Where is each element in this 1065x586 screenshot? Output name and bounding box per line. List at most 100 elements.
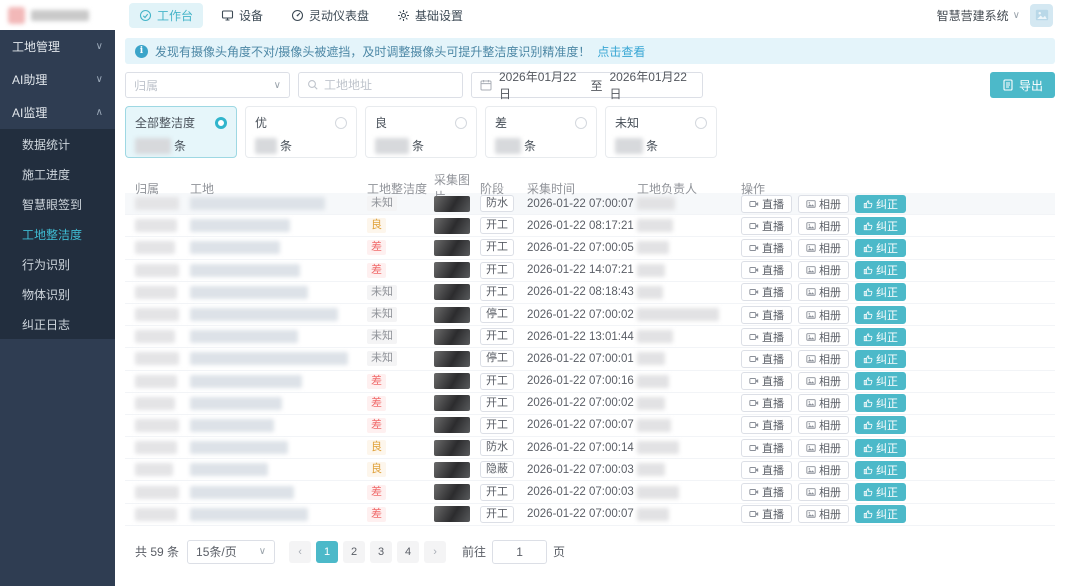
capture-thumbnail[interactable] [434, 329, 470, 345]
capture-thumbnail[interactable] [434, 284, 470, 300]
table-row[interactable]: 差 开工 2026-01-22 07:00:07 直播 相册 纠正 [125, 415, 1055, 437]
live-button[interactable]: 直播 [741, 416, 792, 434]
site-address-input[interactable] [324, 78, 444, 92]
topnav-item[interactable]: 工作台 [129, 3, 203, 28]
album-button[interactable]: 相册 [798, 439, 849, 457]
live-button[interactable]: 直播 [741, 439, 792, 457]
site-address-search[interactable] [298, 72, 463, 98]
sidebar-item[interactable]: 数据统计 [0, 129, 115, 159]
sidebar-section-header[interactable]: 工地管理 ∨ [0, 30, 115, 63]
sidebar-item[interactable]: 施工进度 [0, 159, 115, 189]
table-row[interactable]: 未知 开工 2026-01-22 08:18:43 直播 相册 纠正 [125, 282, 1055, 304]
prev-page-button[interactable]: ‹ [289, 541, 311, 563]
table-row[interactable]: 良 隐蔽 2026-01-22 07:00:03 直播 相册 纠正 [125, 459, 1055, 481]
live-button[interactable]: 直播 [741, 239, 792, 257]
table-row[interactable]: 未知 停工 2026-01-22 07:00:02 直播 相册 纠正 [125, 304, 1055, 326]
album-button[interactable]: 相册 [798, 195, 849, 213]
album-button[interactable]: 相册 [798, 261, 849, 279]
correct-button[interactable]: 纠正 [855, 328, 906, 346]
table-row[interactable]: 差 开工 2026-01-22 07:00:03 直播 相册 纠正 [125, 481, 1055, 503]
correct-button[interactable]: 纠正 [855, 350, 906, 368]
topnav-item[interactable]: 灵动仪表盘 [281, 3, 379, 28]
table-row[interactable]: 未知 开工 2026-01-22 13:01:44 直播 相册 纠正 [125, 326, 1055, 348]
album-button[interactable]: 相册 [798, 239, 849, 257]
live-button[interactable]: 直播 [741, 483, 792, 501]
capture-thumbnail[interactable] [434, 417, 470, 433]
album-button[interactable]: 相册 [798, 217, 849, 235]
capture-thumbnail[interactable] [434, 218, 470, 234]
sidebar-section-header[interactable]: AI监理 ∧ [0, 96, 115, 129]
capture-thumbnail[interactable] [434, 307, 470, 323]
page-button[interactable]: 2 [343, 541, 365, 563]
album-button[interactable]: 相册 [798, 483, 849, 501]
capture-thumbnail[interactable] [434, 484, 470, 500]
capture-thumbnail[interactable] [434, 240, 470, 256]
cleanliness-filter-card[interactable]: 优 条 [245, 106, 357, 158]
correct-button[interactable]: 纠正 [855, 372, 906, 390]
page-button[interactable]: 4 [397, 541, 419, 563]
capture-thumbnail[interactable] [434, 351, 470, 367]
table-row[interactable]: 差 开工 2026-01-22 07:00:07 直播 相册 纠正 [125, 504, 1055, 526]
radio-icon[interactable] [455, 117, 467, 129]
radio-icon[interactable] [335, 117, 347, 129]
album-button[interactable]: 相册 [798, 461, 849, 479]
capture-thumbnail[interactable] [434, 440, 470, 456]
radio-icon[interactable] [215, 117, 227, 129]
topnav-item[interactable]: 基础设置 [387, 3, 473, 28]
date-range-picker[interactable]: 2026年01月22日 至 2026年01月22日 [471, 72, 703, 98]
live-button[interactable]: 直播 [741, 350, 792, 368]
album-button[interactable]: 相册 [798, 328, 849, 346]
sidebar-item[interactable]: 行为识别 [0, 249, 115, 279]
capture-thumbnail[interactable] [434, 506, 470, 522]
sidebar-item[interactable]: 物体识别 [0, 279, 115, 309]
capture-thumbnail[interactable] [434, 395, 470, 411]
album-button[interactable]: 相册 [798, 283, 849, 301]
live-button[interactable]: 直播 [741, 283, 792, 301]
page-button[interactable]: 3 [370, 541, 392, 563]
table-row[interactable]: 差 开工 2026-01-22 07:00:16 直播 相册 纠正 [125, 371, 1055, 393]
table-row[interactable]: 良 防水 2026-01-22 07:00:14 直播 相册 纠正 [125, 437, 1055, 459]
correct-button[interactable]: 纠正 [855, 394, 906, 412]
live-button[interactable]: 直播 [741, 217, 792, 235]
cleanliness-filter-card[interactable]: 未知 条 [605, 106, 717, 158]
system-switcher[interactable]: 智慧营建系统 ∨ [937, 7, 1020, 24]
owner-select[interactable]: 归属 ∨ [125, 72, 290, 98]
live-button[interactable]: 直播 [741, 372, 792, 390]
radio-icon[interactable] [695, 117, 707, 129]
correct-button[interactable]: 纠正 [855, 239, 906, 257]
table-row[interactable]: 差 开工 2026-01-22 07:00:05 直播 相册 纠正 [125, 237, 1055, 259]
capture-thumbnail[interactable] [434, 196, 470, 212]
capture-thumbnail[interactable] [434, 262, 470, 278]
radio-icon[interactable] [575, 117, 587, 129]
capture-thumbnail[interactable] [434, 373, 470, 389]
album-button[interactable]: 相册 [798, 306, 849, 324]
cleanliness-filter-card[interactable]: 差 条 [485, 106, 597, 158]
sidebar-section-header[interactable]: AI助理 ∨ [0, 63, 115, 96]
topnav-item[interactable]: 设备 [211, 3, 273, 28]
live-button[interactable]: 直播 [741, 306, 792, 324]
next-page-button[interactable]: › [424, 541, 446, 563]
correct-button[interactable]: 纠正 [855, 483, 906, 501]
page-button[interactable]: 1 [316, 541, 338, 563]
live-button[interactable]: 直播 [741, 394, 792, 412]
correct-button[interactable]: 纠正 [855, 439, 906, 457]
page-size-select[interactable]: 15条/页 ∨ [187, 540, 275, 564]
correct-button[interactable]: 纠正 [855, 306, 906, 324]
table-row[interactable]: 差 开工 2026-01-22 07:00:02 直播 相册 纠正 [125, 393, 1055, 415]
table-row[interactable]: 良 开工 2026-01-22 08:17:21 直播 相册 纠正 [125, 215, 1055, 237]
album-button[interactable]: 相册 [798, 372, 849, 390]
alert-view-link[interactable]: 点击查看 [597, 43, 645, 60]
album-button[interactable]: 相册 [798, 505, 849, 523]
export-button[interactable]: 导出 [990, 72, 1055, 98]
album-button[interactable]: 相册 [798, 394, 849, 412]
live-button[interactable]: 直播 [741, 328, 792, 346]
sidebar-item[interactable]: 工地整洁度 [0, 219, 115, 249]
table-row[interactable]: 未知 停工 2026-01-22 07:00:01 直播 相册 纠正 [125, 348, 1055, 370]
correct-button[interactable]: 纠正 [855, 283, 906, 301]
avatar[interactable] [1030, 4, 1053, 27]
goto-page-input[interactable] [492, 540, 547, 564]
album-button[interactable]: 相册 [798, 350, 849, 368]
table-row[interactable]: 差 开工 2026-01-22 14:07:21 直播 相册 纠正 [125, 260, 1055, 282]
live-button[interactable]: 直播 [741, 505, 792, 523]
correct-button[interactable]: 纠正 [855, 261, 906, 279]
